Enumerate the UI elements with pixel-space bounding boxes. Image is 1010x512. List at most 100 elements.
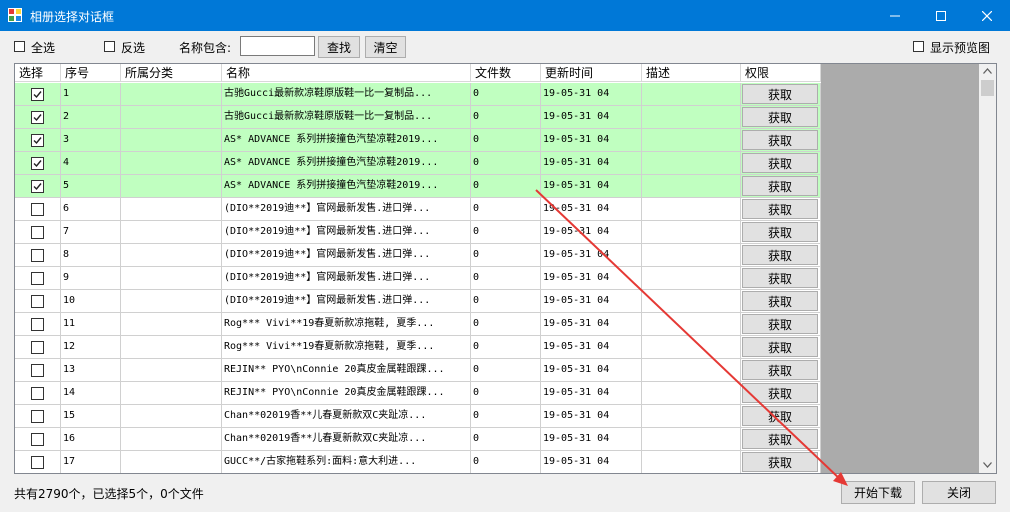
fetch-button[interactable]: 获取 [742,291,818,311]
table-row[interactable]: 7 (DIO**2019迪**】官网最新发售.进口弹... 0 19-05-31 04… [15,221,821,244]
search-button[interactable]: 查找 [318,36,360,58]
row-checkbox[interactable] [31,157,44,170]
row-checkbox[interactable] [31,111,44,124]
cell-files: 0 [471,221,541,244]
row-checkbox[interactable] [31,364,44,377]
column-header-description[interactable]: 描述 [642,64,741,82]
fetch-button[interactable]: 获取 [742,84,818,104]
cell-name: 古驰Gucci最新款凉鞋原版鞋一比一复制品... [222,106,471,129]
row-checkbox[interactable] [31,88,44,101]
cell-name: AS* ADVANCE 系列拼接撞色汽垫凉鞋2019... [222,175,471,198]
row-checkbox[interactable] [31,456,44,469]
table-row[interactable]: 13 REJIN** PYO\nConnie 20真皮金属鞋跟踝... 0 19-05… [15,359,821,382]
row-checkbox[interactable] [31,180,44,193]
fetch-button[interactable]: 获取 [742,452,818,472]
row-checkbox[interactable] [31,134,44,147]
close-window-button[interactable] [964,0,1010,31]
column-header-name[interactable]: 名称 [222,64,471,82]
table-row[interactable]: 5 AS* ADVANCE 系列拼接撞色汽垫凉鞋2019... 0 19-05-31 … [15,175,821,198]
row-checkbox[interactable] [31,249,44,262]
cell-updated: 19-05-31 04 [541,267,642,290]
fetch-button[interactable]: 获取 [742,406,818,426]
clear-button[interactable]: 清空 [365,36,406,58]
scroll-down-icon[interactable] [983,462,992,468]
column-header-category[interactable]: 所属分类 [121,64,222,82]
cell-select [15,313,61,336]
row-checkbox[interactable] [31,295,44,308]
title-bar: 相册选择对话框 [0,0,1010,31]
show-preview-label[interactable]: 显示预览图 [930,39,990,56]
table-row[interactable]: 11 Rog*** Vivi**19春夏新款凉拖鞋, 夏季... 0 19-05-31… [15,313,821,336]
table-row[interactable]: 17 GUCC**/古家拖鞋系列:面料:意大利进... 0 19-05-31 04 获取 [15,451,821,473]
cell-files: 0 [471,428,541,451]
cell-files: 0 [471,451,541,473]
fetch-button[interactable]: 获取 [742,199,818,219]
row-checkbox[interactable] [31,318,44,331]
cell-category [121,152,222,175]
select-all-label[interactable]: 全选 [31,39,55,56]
column-header-updated[interactable]: 更新时间 [541,64,642,82]
table-row[interactable]: 8 (DIO**2019迪**】官网最新发售.进口弹... 0 19-05-31 04… [15,244,821,267]
row-checkbox[interactable] [31,410,44,423]
cell-category [121,83,222,106]
table-row[interactable]: 3 AS* ADVANCE 系列拼接撞色汽垫凉鞋2019... 0 19-05-31 … [15,129,821,152]
column-header-files[interactable]: 文件数 [471,64,541,82]
fetch-button[interactable]: 获取 [742,383,818,403]
column-header-select[interactable]: 选择 [15,64,61,82]
fetch-button[interactable]: 获取 [742,268,818,288]
scrollbar-thumb[interactable] [981,80,994,96]
invert-selection-checkbox[interactable] [104,41,115,52]
table-row[interactable]: 12 Rog*** Vivi**19春夏新款凉拖鞋, 夏季... 0 19-05-31… [15,336,821,359]
fetch-button[interactable]: 获取 [742,429,818,449]
select-all-checkbox[interactable] [14,41,25,52]
table-row[interactable]: 16 Chan**02019香**儿春夏新款双C夹趾凉... 0 19-05-31 0… [15,428,821,451]
table-row[interactable]: 4 AS* ADVANCE 系列拼接撞色汽垫凉鞋2019... 0 19-05-31 … [15,152,821,175]
cell-select [15,152,61,175]
cell-index: 15 [61,405,121,428]
cell-description [642,175,741,198]
fetch-button[interactable]: 获取 [742,360,818,380]
fetch-button[interactable]: 获取 [742,222,818,242]
row-checkbox[interactable] [31,226,44,239]
scroll-up-icon[interactable] [983,68,992,74]
table-row[interactable]: 14 REJIN** PYO\nConnie 20真皮金属鞋跟踝... 0 19-05… [15,382,821,405]
cell-select [15,336,61,359]
album-grid[interactable]: 选择 序号 所属分类 名称 文件数 更新时间 描述 权限 1 古驰Gucci最新款… [14,63,997,474]
cell-category [121,198,222,221]
cell-description [642,106,741,129]
cell-updated: 19-05-31 04 [541,198,642,221]
row-checkbox[interactable] [31,433,44,446]
table-row[interactable]: 2 古驰Gucci最新款凉鞋原版鞋一比一复制品... 0 19-05-31 04 获取 [15,106,821,129]
fetch-button[interactable]: 获取 [742,153,818,173]
column-header-index[interactable]: 序号 [61,64,121,82]
fetch-button[interactable]: 获取 [742,130,818,150]
cell-name: Rog*** Vivi**19春夏新款凉拖鞋, 夏季... [222,313,471,336]
table-row[interactable]: 15 Chan**02019香**儿春夏新款双C夹趾凉... 0 19-05-31 0… [15,405,821,428]
row-checkbox[interactable] [31,341,44,354]
maximize-button[interactable] [918,0,964,31]
name-filter-label: 名称包含: [179,41,232,55]
close-button[interactable]: 关闭 [922,481,996,504]
name-filter-input[interactable] [240,36,315,56]
minimize-button[interactable] [872,0,918,31]
table-row[interactable]: 9 (DIO**2019迪**】官网最新发售.进口弹... 0 19-05-31 04… [15,267,821,290]
fetch-button[interactable]: 获取 [742,245,818,265]
table-row[interactable]: 6 (DIO**2019迪**】官网最新发售.进口弹... 0 19-05-31 04… [15,198,821,221]
column-header-permission[interactable]: 权限 [741,64,821,82]
start-download-button[interactable]: 开始下载 [841,481,915,504]
cell-select [15,359,61,382]
cell-description [642,83,741,106]
fetch-button[interactable]: 获取 [742,314,818,334]
vertical-scrollbar[interactable] [979,64,996,473]
row-checkbox[interactable] [31,387,44,400]
row-checkbox[interactable] [31,272,44,285]
fetch-button[interactable]: 获取 [742,176,818,196]
fetch-button[interactable]: 获取 [742,107,818,127]
table-row[interactable]: 10 (DIO**2019迪**】官网最新发售.进口弹... 0 19-05-31 0… [15,290,821,313]
fetch-button[interactable]: 获取 [742,337,818,357]
checkmark-icon [33,91,42,99]
row-checkbox[interactable] [31,203,44,216]
invert-selection-label[interactable]: 反选 [121,39,145,56]
show-preview-checkbox[interactable] [913,41,924,52]
table-row[interactable]: 1 古驰Gucci最新款凉鞋原版鞋一比一复制品... 0 19-05-31 04 获取 [15,83,821,106]
